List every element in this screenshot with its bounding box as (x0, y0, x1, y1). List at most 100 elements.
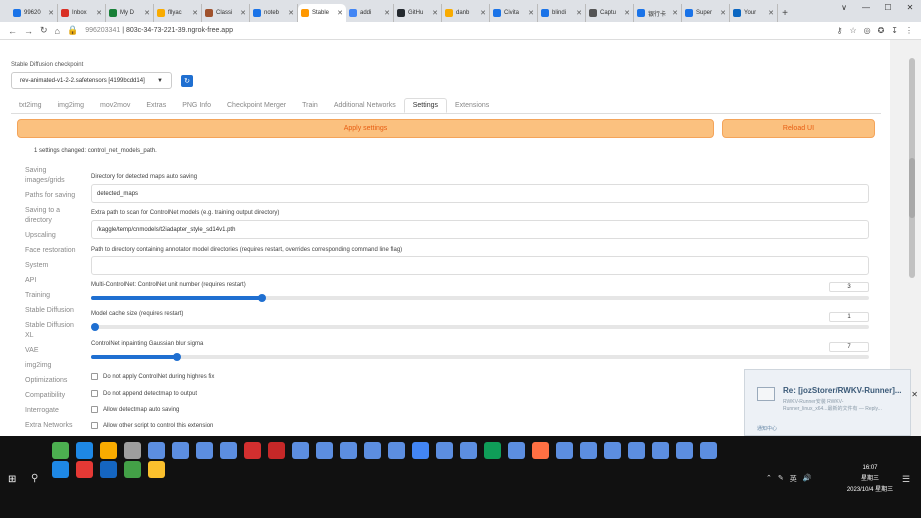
tab-checkpoint-merger[interactable]: Checkpoint Merger (219, 98, 294, 113)
taskbar-app-icon[interactable] (412, 442, 429, 459)
tab-txt2img[interactable]: txt2img (11, 98, 50, 113)
close-tab-icon[interactable]: ✕ (192, 9, 198, 17)
sidebar-item-api[interactable]: API (25, 276, 83, 286)
address-bar[interactable]: 996203341 | 803c-34-73-221-39.ngrok-free… (85, 27, 233, 34)
sidebar-item-saving-images-grids[interactable]: Saving images/grids (25, 166, 83, 186)
taskbar-app-icon[interactable] (388, 442, 405, 459)
close-tab-icon[interactable]: ✕ (720, 9, 726, 17)
input-language[interactable]: 英 (790, 474, 797, 484)
checkbox-detectmap-autosave[interactable]: Allow detectmap auto saving (91, 406, 179, 413)
browser-tab[interactable]: My D ✕ (106, 4, 154, 22)
maximize-button[interactable]: ☐ (877, 0, 899, 14)
taskbar-app-icon[interactable] (268, 442, 285, 459)
taskbar-app-icon[interactable] (124, 442, 141, 459)
slider-handle[interactable] (172, 353, 181, 361)
tab-search-button[interactable]: ∨ (833, 0, 855, 14)
slider-handle[interactable] (91, 323, 99, 331)
notification-icon[interactable]: ☰ (902, 474, 910, 485)
close-tab-icon[interactable]: ✕ (672, 9, 678, 17)
close-window-button[interactable]: ✕ (899, 0, 921, 14)
browser-tab[interactable]: addi ✕ (346, 4, 394, 22)
taskbar-app-icon[interactable] (628, 442, 645, 459)
menu-icon[interactable]: ⋮ (905, 26, 913, 35)
taskbar-app-icon[interactable] (364, 442, 381, 459)
home-icon[interactable]: ⌂ (55, 26, 60, 36)
apply-settings-button[interactable]: Apply settings (17, 119, 714, 138)
taskbar-app-icon[interactable] (484, 442, 501, 459)
email-notification-toast[interactable]: Re: [jozStorer/RWKV-Runner]... RWKV-Runn… (744, 369, 918, 436)
taskbar-app-icon[interactable] (508, 442, 525, 459)
browser-tab[interactable]: Captu ✕ (586, 4, 634, 22)
reload-icon[interactable]: ↻ (40, 25, 48, 36)
checkbox-box[interactable] (91, 406, 98, 413)
taskbar-app-icon[interactable] (676, 442, 693, 459)
sidebar-item-training[interactable]: Training (25, 291, 83, 301)
taskbar-app-icon[interactable] (460, 442, 477, 459)
cache-size-slider[interactable] (91, 323, 869, 331)
annotator-path-input[interactable] (91, 256, 869, 275)
taskbar-app-icon[interactable] (148, 442, 165, 459)
close-tab-icon[interactable]: ✕ (432, 9, 438, 17)
browser-tab[interactable]: Classi ✕ (202, 4, 250, 22)
browser-tab[interactable]: 银行卡 ✕ (634, 4, 682, 22)
slider-handle[interactable] (258, 294, 267, 302)
checkpoint-dropdown[interactable]: rev-animated-v1-2-2.safetensors [4199bcd… (11, 72, 172, 89)
taskbar-app-icon[interactable] (316, 442, 333, 459)
extensions-icon[interactable]: ✪ (878, 26, 885, 35)
new-tab-button[interactable]: + (778, 4, 792, 22)
browser-tab[interactable]: Super ✕ (682, 4, 730, 22)
taskbar-app-icon[interactable] (292, 442, 309, 459)
taskbar-app-icon[interactable] (148, 461, 165, 478)
tab-png-info[interactable]: PNG Info (174, 98, 219, 113)
windows-start-icon[interactable]: ⊞ (8, 474, 16, 485)
browser-tab[interactable]: Stable ✕ (298, 4, 346, 22)
taskbar-app-icon[interactable] (556, 442, 573, 459)
key-icon[interactable]: ⚷ (837, 26, 843, 35)
sidebar-item-upscaling[interactable]: Upscaling (25, 231, 83, 241)
sidebar-item-compatibility[interactable]: Compatibility (25, 391, 83, 401)
cache-size-input[interactable]: 1 (829, 312, 869, 322)
forward-icon[interactable]: → (24, 26, 33, 36)
translate-icon[interactable]: ◎ (864, 26, 871, 35)
browser-tab[interactable]: noteb ✕ (250, 4, 298, 22)
taskbar-app-icon[interactable] (244, 442, 261, 459)
close-tab-icon[interactable]: ✕ (144, 9, 150, 17)
browser-tab[interactable]: GitHu ✕ (394, 4, 442, 22)
close-tab-icon[interactable]: ✕ (768, 9, 774, 17)
close-tab-icon[interactable]: ✕ (624, 9, 630, 17)
close-tab-icon[interactable]: ✕ (480, 9, 486, 17)
browser-tab[interactable]: 99620 ✕ (10, 4, 58, 22)
taskbar-app-icon[interactable] (100, 461, 117, 478)
sidebar-item-face-restoration[interactable]: Face restoration (25, 246, 83, 256)
taskbar-app-icon[interactable] (52, 461, 69, 478)
close-tab-icon[interactable]: ✕ (576, 9, 582, 17)
unit-number-slider[interactable] (91, 294, 869, 302)
taskbar-app-icon[interactable] (436, 442, 453, 459)
tab-extensions[interactable]: Extensions (447, 98, 497, 113)
browser-tab[interactable]: Inbox ✕ (58, 4, 106, 22)
taskbar-app-icon[interactable] (76, 442, 93, 459)
browser-tab[interactable]: blindi ✕ (538, 4, 586, 22)
volume-icon[interactable]: 🔊 (803, 474, 812, 484)
checkbox-allow-other-script[interactable]: Allow other script to control this exten… (91, 422, 213, 429)
sidebar-item-img2img[interactable]: img2img (25, 361, 83, 371)
tab-mov2mov[interactable]: mov2mov (92, 98, 138, 113)
extra-path-input[interactable]: /kaggle/temp/cnmodels/t2iadapter_style_s… (91, 220, 869, 239)
taskbar-app-icon[interactable] (220, 442, 237, 459)
checkbox-box[interactable] (91, 373, 98, 380)
bookmark-star-icon[interactable]: ☆ (849, 26, 856, 35)
sidebar-item-system[interactable]: System (25, 261, 83, 271)
close-tab-icon[interactable]: ✕ (288, 9, 294, 17)
checkbox-no-highres[interactable]: Do not apply ControlNet during highres f… (91, 373, 214, 380)
taskbar-app-icon[interactable] (340, 442, 357, 459)
close-tab-icon[interactable]: ✕ (48, 9, 54, 17)
browser-tab[interactable]: Your ✕ (730, 4, 778, 22)
unit-number-input[interactable]: 3 (829, 282, 869, 292)
close-tab-icon[interactable]: ✕ (96, 9, 102, 17)
taskbar-app-icon[interactable] (196, 442, 213, 459)
back-icon[interactable]: ← (8, 26, 17, 36)
browser-tab[interactable]: fllyac ✕ (154, 4, 202, 22)
close-tab-icon[interactable]: ✕ (337, 9, 343, 17)
tab-additional-networks[interactable]: Additional Networks (326, 98, 404, 113)
chevron-up-icon[interactable]: ⌃ (766, 474, 772, 484)
